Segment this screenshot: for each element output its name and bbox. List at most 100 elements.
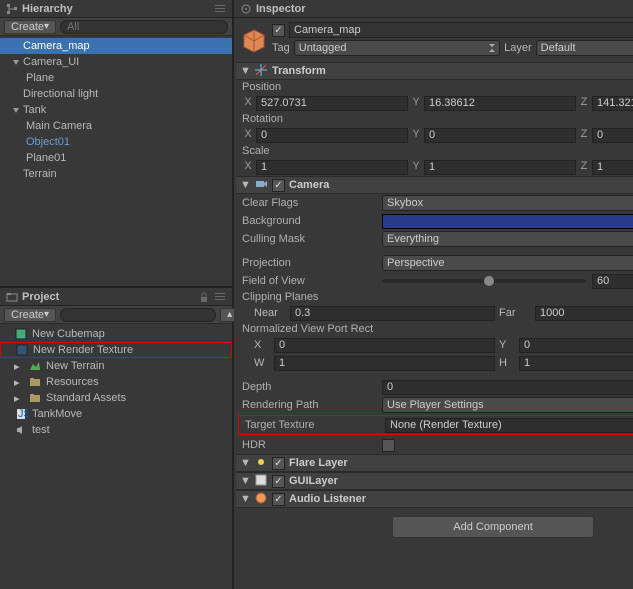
tree-item[interactable]: Plane — [0, 70, 232, 86]
transform-header[interactable]: ▼ Transform ▣⚙ — [236, 62, 633, 80]
tree-item[interactable]: Camera_map — [0, 38, 232, 54]
fold-icon[interactable]: ▸ — [14, 392, 24, 405]
active-checkbox[interactable] — [272, 24, 285, 37]
audio-enabled[interactable] — [272, 493, 285, 506]
background-label: Background — [242, 215, 382, 227]
flare-header[interactable]: ▼ Flare Layer ▣⚙ — [236, 454, 633, 472]
tree-item[interactable]: Directional light — [0, 86, 232, 102]
fold-icon[interactable] — [12, 106, 20, 114]
clear-flags-label: Clear Flags — [242, 197, 382, 209]
hdr-label: HDR — [242, 439, 382, 451]
viewport-y[interactable] — [519, 338, 633, 353]
create-button[interactable]: Create ▾ — [4, 20, 56, 34]
fold-icon[interactable]: ▼ — [240, 65, 250, 77]
cubemap-icon — [14, 327, 28, 341]
camera-header[interactable]: ▼ Camera ▣⚙ — [236, 176, 633, 194]
tree-item[interactable]: Plane01 — [0, 150, 232, 166]
project-header: Project — [0, 288, 232, 306]
object-header: Static ▾ Tag Untagged Layer Default — [236, 20, 633, 62]
fold-icon[interactable]: ▼ — [240, 179, 250, 191]
fov-label: Field of View — [242, 275, 382, 287]
guilayer-enabled[interactable] — [272, 475, 285, 488]
fov-input[interactable] — [592, 274, 633, 289]
guilayer-header[interactable]: ▼ GUILayer ▣⚙ — [236, 472, 633, 490]
project-search[interactable] — [60, 308, 216, 322]
tree-item[interactable]: Tank — [0, 102, 232, 118]
viewport-label: Normalized View Port Rect — [236, 322, 633, 336]
fold-icon[interactable]: ▸ — [14, 360, 24, 373]
depth-input[interactable] — [382, 380, 633, 395]
svg-text:JS: JS — [18, 408, 28, 420]
position-z[interactable] — [592, 96, 633, 111]
target-texture-field[interactable]: None (Render Texture) — [385, 418, 633, 433]
target-texture-highlighted: Target TextureNone (Render Texture) — [238, 415, 633, 435]
render-path-dropdown[interactable]: Use Player Settings — [382, 397, 633, 413]
rotation-label: Rotation — [236, 112, 633, 126]
viewport-x[interactable] — [274, 338, 495, 353]
clear-flags-dropdown[interactable]: Skybox — [382, 195, 633, 211]
project-item[interactable]: New Cubemap — [0, 326, 232, 342]
fold-icon[interactable]: ▼ — [240, 493, 250, 505]
fold-icon[interactable]: ▼ — [240, 457, 250, 469]
scale-y[interactable] — [424, 160, 576, 175]
inspector-header: Inspector — [234, 0, 633, 18]
project-item[interactable]: ▸New Terrain — [0, 358, 232, 374]
rotation-x[interactable] — [256, 128, 408, 143]
culling-dropdown[interactable]: Everything — [382, 231, 633, 247]
position-x[interactable] — [256, 96, 408, 111]
hierarchy-search[interactable] — [60, 20, 228, 34]
audio-header[interactable]: ▼ Audio Listener ▣⚙ — [236, 490, 633, 508]
projection-dropdown[interactable]: Perspective — [382, 255, 633, 271]
rotation-y[interactable] — [424, 128, 576, 143]
far-input[interactable] — [535, 306, 633, 321]
flare-icon — [254, 455, 268, 472]
camera-enabled[interactable] — [272, 179, 285, 192]
project-item[interactable]: JSTankMove — [0, 406, 232, 422]
depth-label: Depth — [242, 381, 382, 393]
project-item[interactable]: ▸Standard Assets — [0, 390, 232, 406]
viewport-w[interactable] — [274, 356, 495, 371]
fold-icon[interactable]: ▸ — [14, 376, 24, 389]
hierarchy-panel: Hierarchy Create ▾ Camera_map Camera_UI … — [0, 0, 232, 288]
viewport-h[interactable] — [519, 356, 633, 371]
fov-slider[interactable] — [382, 279, 586, 283]
tree-item[interactable]: Camera_UI — [0, 54, 232, 70]
layer-dropdown[interactable]: Default — [536, 40, 633, 56]
tag-dropdown[interactable]: Untagged — [294, 40, 500, 56]
folder-icon — [28, 391, 42, 405]
panel-menu-icon[interactable] — [214, 291, 226, 303]
audio-icon — [14, 423, 28, 437]
project-icon — [6, 291, 18, 303]
render-path-label: Rendering Path — [242, 399, 382, 411]
project-item[interactable]: test — [0, 422, 232, 438]
gameobject-icon — [240, 27, 268, 55]
audio-icon — [254, 491, 268, 508]
create-button[interactable]: Create ▾ — [4, 308, 56, 322]
scale-z[interactable] — [592, 160, 633, 175]
guilayer-icon — [254, 473, 268, 490]
object-name-input[interactable] — [289, 22, 633, 38]
scale-x[interactable] — [256, 160, 408, 175]
tree-item[interactable]: Terrain — [0, 166, 232, 182]
inspector-title: Inspector — [256, 3, 306, 15]
fold-icon[interactable] — [12, 58, 20, 66]
hdr-checkbox[interactable] — [382, 439, 395, 452]
add-component-button[interactable]: Add Component — [392, 516, 594, 538]
inspector-icon — [240, 3, 252, 15]
fold-icon[interactable]: ▼ — [240, 475, 250, 487]
position-label: Position — [236, 80, 633, 94]
near-input[interactable] — [290, 306, 495, 321]
rotation-z[interactable] — [592, 128, 633, 143]
inspector-panel: Inspector Static ▾ Tag U — [234, 0, 633, 589]
background-color[interactable] — [382, 214, 633, 229]
project-panel: Project Create ▾ ▴ ★ New Cubemap New Ren… — [0, 288, 232, 589]
transform-title: Transform — [272, 65, 326, 77]
lock-icon[interactable] — [198, 291, 210, 303]
project-item[interactable]: ▸Resources — [0, 374, 232, 390]
tree-item[interactable]: Main Camera — [0, 118, 232, 134]
panel-menu-icon[interactable] — [214, 3, 226, 15]
tree-item[interactable]: Object01 — [0, 134, 232, 150]
position-y[interactable] — [424, 96, 576, 111]
project-item-highlighted[interactable]: New Render Texture — [0, 342, 232, 358]
flare-enabled[interactable] — [272, 457, 285, 470]
